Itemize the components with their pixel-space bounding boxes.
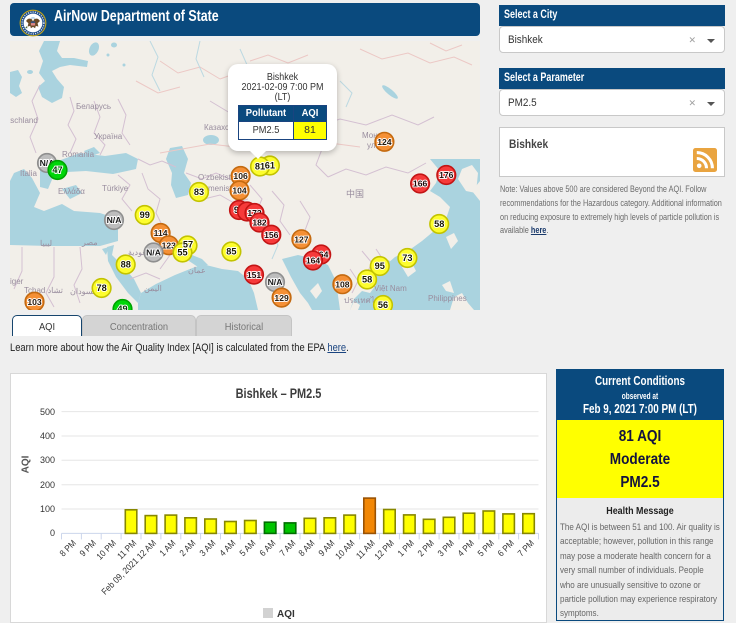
- svg-text:85: 85: [226, 247, 236, 257]
- svg-text:Ελλάδα: Ελλάδα: [58, 187, 85, 196]
- svg-text:83: 83: [194, 187, 204, 197]
- svg-text:Türkiye: Türkiye: [102, 184, 129, 193]
- svg-text:106: 106: [233, 171, 248, 181]
- svg-text:78: 78: [96, 283, 106, 293]
- svg-text:151: 151: [247, 270, 262, 280]
- svg-text:73: 73: [402, 253, 412, 263]
- svg-text:104: 104: [232, 186, 247, 196]
- svg-text:iger: iger: [10, 277, 24, 286]
- svg-text:عمان: عمان: [188, 266, 206, 275]
- svg-text:156: 156: [264, 230, 279, 240]
- svg-text:81: 81: [255, 162, 265, 172]
- svg-text:58: 58: [362, 275, 372, 285]
- svg-text:Беларусь: Беларусь: [76, 102, 111, 111]
- svg-text:166: 166: [413, 179, 428, 189]
- svg-text:tschland: tschland: [10, 116, 38, 125]
- svg-text:95: 95: [375, 261, 385, 271]
- svg-text:99: 99: [140, 210, 150, 220]
- svg-text:56: 56: [378, 300, 388, 310]
- svg-text:58: 58: [434, 219, 444, 229]
- svg-text:Việt Nam: Việt Nam: [374, 284, 407, 293]
- svg-text:124: 124: [377, 137, 392, 147]
- svg-text:88: 88: [121, 260, 131, 270]
- svg-text:ليبيا: ليبيا: [40, 239, 52, 248]
- svg-text:49: 49: [117, 304, 127, 310]
- svg-text:Italia: Italia: [20, 169, 37, 178]
- svg-text:Romania: Romania: [62, 150, 95, 159]
- svg-text:129: 129: [274, 293, 289, 303]
- svg-text:55: 55: [177, 248, 187, 258]
- svg-text:164: 164: [306, 256, 321, 266]
- svg-text:Україна: Україна: [94, 132, 123, 141]
- svg-text:108: 108: [335, 279, 350, 289]
- svg-text:مصر: مصر: [81, 238, 98, 247]
- svg-text:N/A: N/A: [146, 248, 161, 258]
- svg-text:N/A: N/A: [107, 215, 122, 225]
- svg-text:103: 103: [27, 297, 42, 307]
- svg-text:中国: 中国: [346, 188, 364, 199]
- svg-text:Philippines: Philippines: [428, 294, 467, 303]
- svg-text:182: 182: [252, 218, 267, 228]
- svg-text:47: 47: [52, 165, 62, 175]
- svg-text:N/A: N/A: [268, 277, 283, 287]
- svg-text:176: 176: [439, 170, 454, 180]
- svg-text:61: 61: [265, 161, 275, 171]
- svg-text:127: 127: [294, 235, 309, 245]
- svg-text:اليمن: اليمن: [144, 284, 162, 293]
